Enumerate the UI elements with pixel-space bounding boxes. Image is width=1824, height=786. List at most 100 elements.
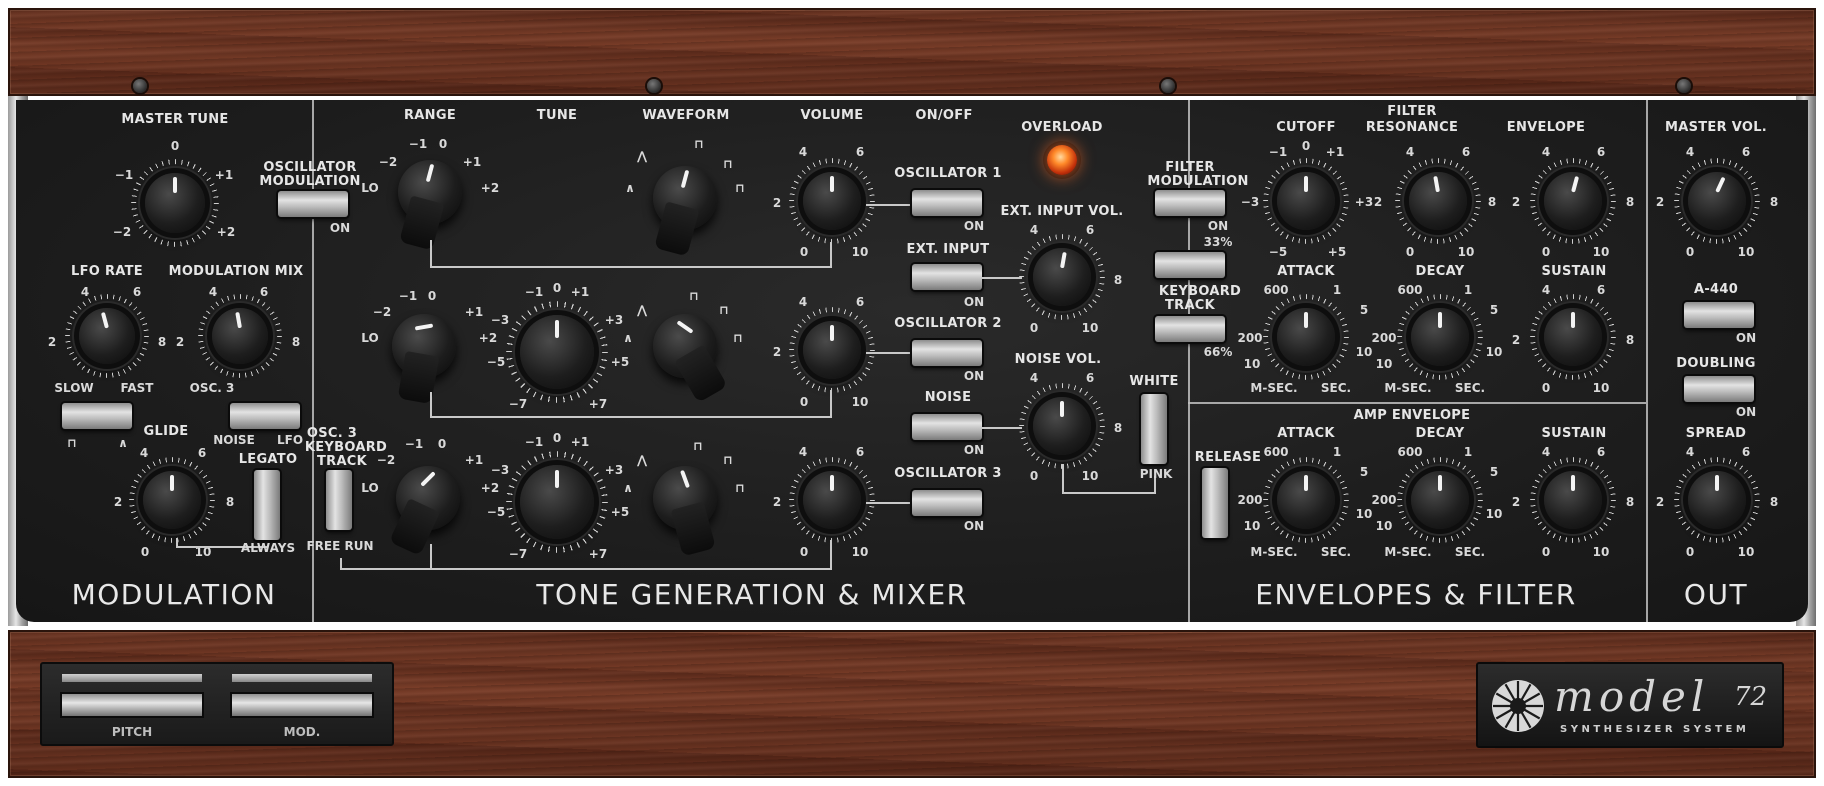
- noise-vol-knob[interactable]: [1033, 397, 1091, 455]
- square-wave-icon: ⊓: [693, 439, 703, 453]
- scale-label: 6: [1741, 145, 1751, 159]
- scale-label: 6: [197, 446, 207, 460]
- modulation-mix-knob[interactable]: [212, 308, 268, 364]
- scale-label: 4: [139, 446, 149, 460]
- scale-label: 0: [1029, 321, 1039, 335]
- scale-label: 4: [1685, 445, 1695, 459]
- scale-label: 6: [1461, 145, 1471, 159]
- always-label: ALWAYS: [240, 541, 296, 555]
- saw-wave-icon: ⋀: [636, 453, 648, 467]
- release-switch[interactable]: [1202, 468, 1228, 538]
- filter-modulation-label: MODULATION: [1147, 174, 1249, 189]
- mixer-osc2-label: OSCILLATOR 2: [894, 316, 1002, 331]
- scale-label: −3: [1240, 195, 1260, 209]
- osc3-on-switch[interactable]: [912, 490, 982, 516]
- scale-label: 4: [80, 285, 90, 299]
- tone-section-title: TONE GENERATION & MIXER: [536, 578, 968, 611]
- sec-label: SEC.: [1454, 545, 1486, 559]
- amp-attack-knob[interactable]: [1277, 471, 1335, 529]
- filter-attack-label: ATTACK: [1277, 264, 1335, 279]
- on-label: ON: [329, 221, 351, 235]
- amp-decay-knob[interactable]: [1411, 471, 1469, 529]
- scale-label: 10: [1485, 345, 1503, 359]
- ext-input-on-switch[interactable]: [912, 264, 982, 290]
- osc-modulation-switch[interactable]: [278, 191, 348, 217]
- noise-color-switch[interactable]: [1141, 394, 1167, 464]
- pulse-wave-icon: ⊓: [723, 157, 733, 171]
- scale-label: 6: [855, 295, 865, 309]
- scale-label: 10: [1592, 245, 1610, 259]
- screw-icon: [133, 79, 147, 93]
- amp-sustain-knob[interactable]: [1544, 471, 1602, 529]
- scale-label: −2: [112, 225, 132, 239]
- doubling-switch[interactable]: [1684, 376, 1754, 402]
- mod-wheel[interactable]: [232, 694, 372, 716]
- scale-label: 0: [1301, 139, 1311, 153]
- scale-label: +2: [480, 481, 500, 495]
- pitch-wheel[interactable]: [62, 694, 202, 716]
- keyboard-track-66-switch[interactable]: [1155, 316, 1225, 342]
- scale-label: 6: [1596, 445, 1606, 459]
- osc3-range-knob[interactable]: [388, 466, 460, 556]
- scale-label: 0: [552, 281, 562, 295]
- osc2-volume-knob[interactable]: [803, 321, 861, 379]
- scale-label: 0: [1685, 545, 1695, 559]
- filter-modulation-switch[interactable]: [1155, 190, 1225, 216]
- scale-label: 2: [772, 345, 782, 359]
- osc3-kbd-track-switch[interactable]: [326, 470, 352, 530]
- keyboard-track-33-switch[interactable]: [1155, 252, 1225, 278]
- msec-label: M-SEC.: [1250, 381, 1298, 395]
- scale-label: 10: [1737, 545, 1755, 559]
- osc1-on-switch[interactable]: [912, 190, 982, 216]
- filter-decay-knob[interactable]: [1411, 308, 1469, 366]
- legato-label: LEGATO: [238, 452, 298, 467]
- master-tune-knob[interactable]: [145, 173, 205, 233]
- osc2-on-switch[interactable]: [912, 340, 982, 366]
- scale-label: 10: [1243, 519, 1261, 533]
- ext-input-vol-knob[interactable]: [1033, 248, 1091, 306]
- scale-label: 600: [1263, 283, 1289, 297]
- sunburst-logo-icon: [1492, 680, 1544, 732]
- msec-label: M-SEC.: [1384, 381, 1432, 395]
- scale-label: −3: [490, 463, 510, 477]
- sine-wave-icon: ∧: [625, 181, 635, 195]
- scale-label: 0: [799, 545, 809, 559]
- mixer-osc1-label: OSCILLATOR 1: [894, 166, 1002, 181]
- square-wave-icon: ⊓: [694, 137, 704, 151]
- osc1-range-knob[interactable]: [398, 160, 462, 251]
- filter-sustain-knob[interactable]: [1544, 308, 1602, 366]
- osc2-waveform-knob[interactable]: [653, 314, 728, 403]
- square-wave-icon: ⊓: [689, 289, 699, 303]
- connector-line: [1062, 464, 1064, 494]
- filter-envelope-knob[interactable]: [1544, 172, 1602, 230]
- osc1-volume-knob[interactable]: [803, 172, 861, 230]
- screw-icon: [1161, 79, 1175, 93]
- scale-label: 0: [140, 545, 150, 559]
- scale-label: 2: [772, 196, 782, 210]
- scale-label: −5: [1268, 245, 1288, 259]
- master-vol-knob[interactable]: [1688, 172, 1746, 230]
- resonance-knob[interactable]: [1409, 172, 1467, 230]
- osc3-volume-knob[interactable]: [803, 471, 861, 529]
- scale-label: 4: [1541, 445, 1551, 459]
- cutoff-knob[interactable]: [1277, 172, 1335, 230]
- lfo-rate-knob[interactable]: [79, 308, 135, 364]
- osc2-range-knob[interactable]: [392, 314, 456, 405]
- osc2-tune-knob[interactable]: [520, 315, 594, 389]
- sine-wave-icon: ∧: [623, 481, 633, 495]
- noise-on-switch[interactable]: [912, 414, 982, 440]
- a440-switch[interactable]: [1684, 302, 1754, 328]
- amp-sustain-label: SUSTAIN: [1541, 426, 1607, 441]
- osc1-waveform-knob[interactable]: [653, 166, 717, 257]
- connector-line: [340, 558, 342, 570]
- osc3-tune-knob[interactable]: [520, 465, 594, 539]
- spread-knob[interactable]: [1688, 471, 1746, 529]
- glide-knob[interactable]: [143, 471, 201, 529]
- legato-switch[interactable]: [254, 470, 280, 540]
- lfo-waveform-switch[interactable]: [62, 403, 132, 429]
- filter-attack-knob[interactable]: [1277, 308, 1335, 366]
- sec-label: SEC.: [1320, 545, 1352, 559]
- modulation-source-switch[interactable]: [230, 403, 300, 429]
- osc3-waveform-knob[interactable]: [653, 466, 717, 557]
- scale-label: LO: [361, 181, 379, 195]
